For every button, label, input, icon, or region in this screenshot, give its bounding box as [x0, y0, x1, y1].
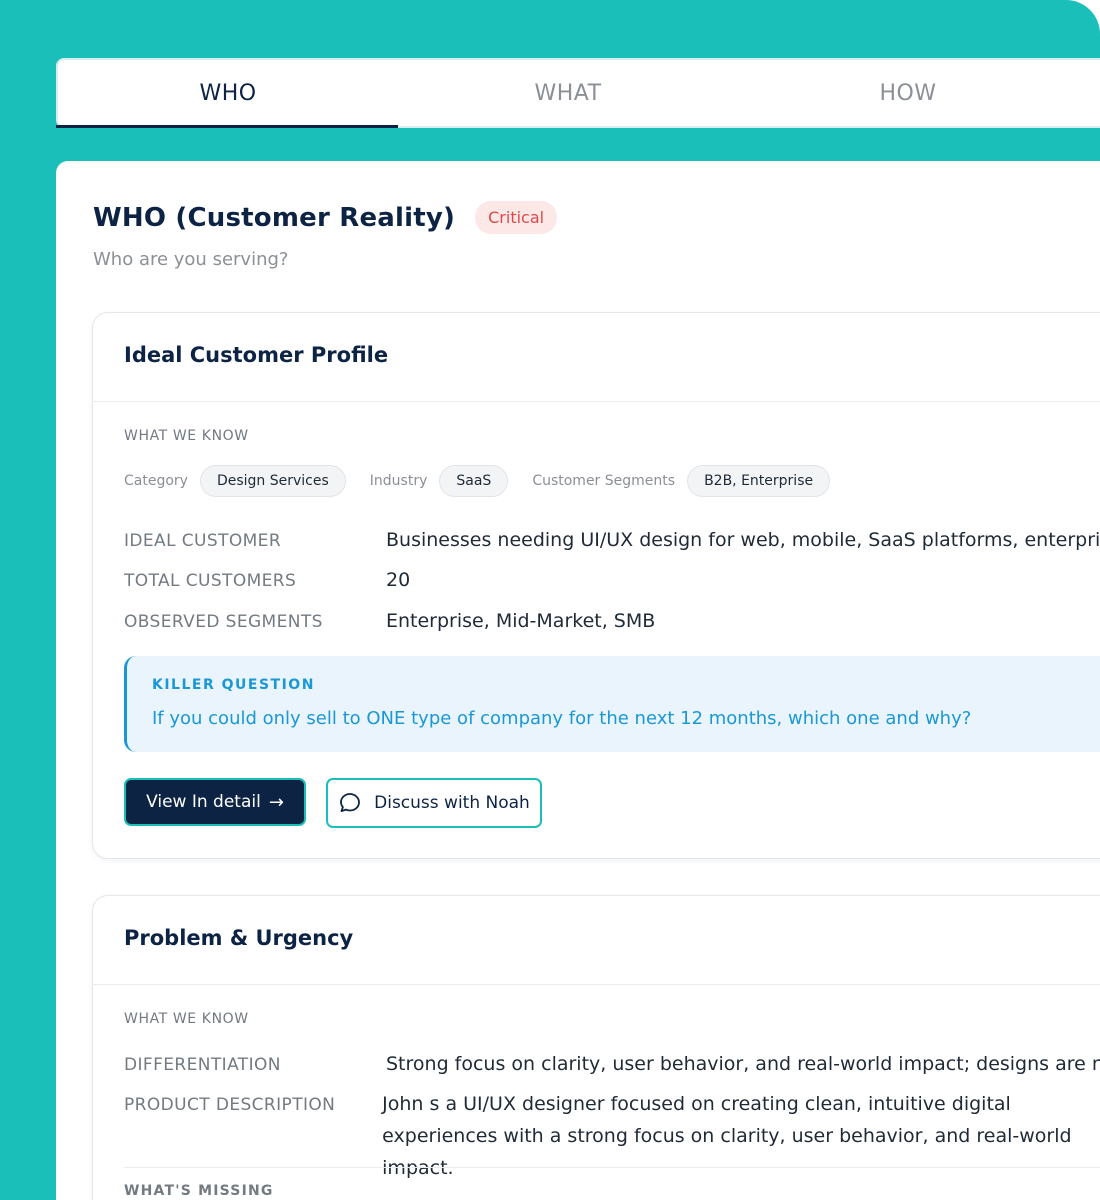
category-label: Category	[124, 473, 188, 489]
card-title: Ideal Customer Profile	[124, 343, 389, 367]
total-customers-row: TOTAL CUSTOMERS 20	[124, 569, 1100, 596]
row-value: Strong focus on clarity, user behavior, …	[386, 1053, 1100, 1075]
arrow-right-icon: →	[268, 791, 284, 813]
card-divider	[93, 984, 1100, 985]
row-value: Businesses needing UI/UX design for web,…	[386, 529, 1100, 551]
category-chip: Design Services	[199, 465, 346, 497]
killer-question-text: If you could only sell to ONE type of co…	[152, 708, 972, 729]
discuss-with-noah-label: Discuss with Noah	[374, 793, 530, 813]
page-title: WHO (Customer Reality)	[93, 202, 456, 233]
row-key: TOTAL CUSTOMERS	[124, 571, 297, 591]
row-key: PRODUCT DESCRIPTION	[124, 1095, 336, 1115]
industry-chip: SaaS	[439, 465, 509, 497]
what-we-know-label: WHAT WE KNOW	[124, 428, 249, 444]
observed-segments-row: OBSERVED SEGMENTS Enterprise, Mid-Market…	[124, 610, 1100, 637]
killer-question-box: KILLER QUESTION If you could only sell t…	[124, 656, 1100, 752]
card-divider	[93, 401, 1100, 402]
card-title: Problem & Urgency	[124, 926, 354, 950]
tab-how[interactable]: HOW	[738, 60, 1078, 126]
row-value: John s a UI/UX designer focused on creat…	[382, 1093, 1072, 1179]
ideal-customer-row: IDEAL CUSTOMER Businesses needing UI/UX …	[124, 529, 1100, 556]
what-we-know-label: WHAT WE KNOW	[124, 1011, 249, 1027]
row-value: Enterprise, Mid-Market, SMB	[386, 610, 656, 632]
row-value: 20	[386, 569, 411, 591]
view-in-detail-button[interactable]: View In detail →	[124, 778, 306, 826]
industry-label: Industry	[369, 473, 428, 489]
chat-bubble-icon	[340, 793, 361, 812]
row-key: IDEAL CUSTOMER	[124, 531, 282, 551]
tab-bar: WHO WHAT HOW	[56, 58, 1100, 128]
app-frame: WHO WHAT HOW WHO (Customer Reality) Crit…	[0, 0, 1100, 1200]
tab-what[interactable]: WHAT	[398, 60, 738, 126]
attribute-chips: Category Design Services Industry SaaS C…	[124, 465, 854, 497]
row-key: DIFFERENTIATION	[124, 1055, 281, 1075]
main-panel: WHO (Customer Reality) Critical Who are …	[56, 161, 1100, 1200]
customer-segments-label: Customer Segments	[532, 473, 676, 489]
ideal-customer-profile-card: Ideal Customer Profile WHAT WE KNOW Cate…	[92, 312, 1100, 859]
whats-missing-label: WHAT'S MISSING	[124, 1183, 274, 1199]
differentiation-row: DIFFERENTIATION Strong focus on clarity,…	[124, 1053, 1100, 1080]
customer-segments-chip: B2B, Enterprise	[687, 465, 831, 497]
critical-badge: Critical	[475, 201, 558, 234]
killer-question-label: KILLER QUESTION	[152, 677, 315, 693]
tab-who[interactable]: WHO	[56, 60, 398, 128]
section-header: WHO (Customer Reality) Critical	[93, 201, 558, 234]
product-description-row: PRODUCT DESCRIPTION John s a UI/UX desig…	[124, 1093, 1100, 1184]
discuss-with-noah-button[interactable]: Discuss with Noah	[326, 778, 542, 828]
problem-urgency-card: Problem & Urgency WHAT WE KNOW DIFFERENT…	[92, 895, 1100, 1200]
view-in-detail-label: View In detail	[146, 792, 261, 812]
row-key: OBSERVED SEGMENTS	[124, 612, 323, 632]
missing-divider	[124, 1167, 1100, 1168]
page-subtitle: Who are you serving?	[93, 249, 289, 270]
